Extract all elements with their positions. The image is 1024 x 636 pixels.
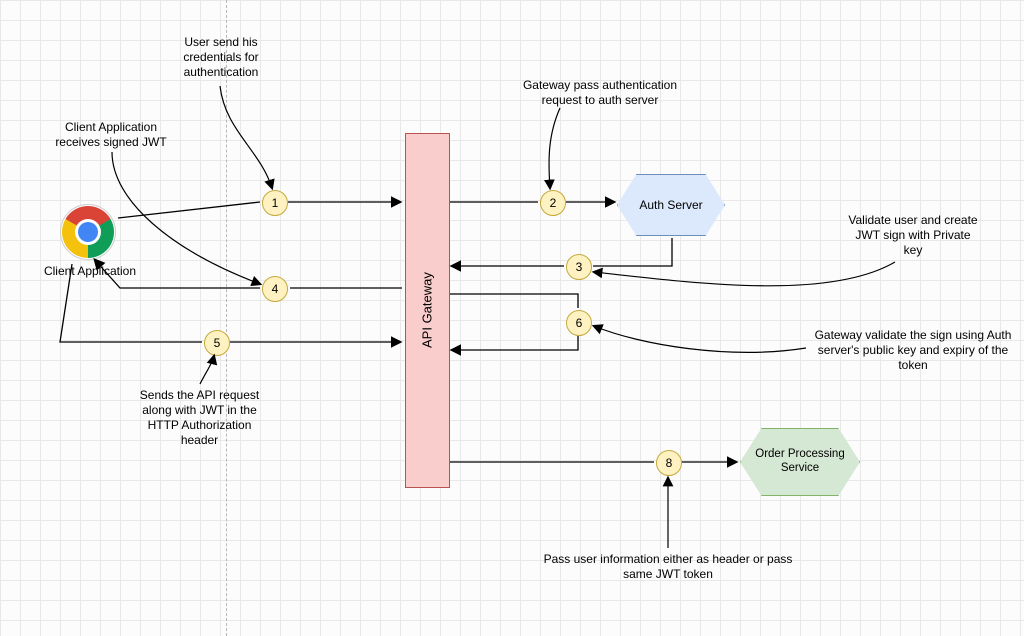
api-gateway-label: API Gateway: [419, 273, 435, 349]
annotation-step1: User send his credentials for authentica…: [161, 35, 281, 80]
step-4: 4: [262, 276, 288, 302]
api-gateway-box: API Gateway: [405, 133, 450, 488]
chrome-icon: [60, 204, 116, 260]
annotation-step3: Validate user and create JWT sign with P…: [848, 213, 978, 258]
annotation-client-receive: Client Application receives signed JWT: [41, 120, 181, 150]
diagram-canvas: Client Application API Gateway Auth Serv…: [0, 0, 1024, 636]
step-5: 5: [204, 330, 230, 356]
annotation-step8: Pass user information either as header o…: [538, 552, 798, 582]
step-1: 1: [262, 190, 288, 216]
client-app-label: Client Application: [30, 264, 150, 278]
auth-server-label: Auth Server: [639, 198, 702, 212]
auth-server-node: Auth Server: [617, 174, 725, 236]
order-service-node: Order Processing Service: [740, 428, 860, 496]
annotation-step2: Gateway pass authentication request to a…: [505, 78, 695, 108]
annotation-step6: Gateway validate the sign using Auth ser…: [808, 328, 1018, 373]
page-divider: [226, 0, 227, 636]
step-6: 6: [566, 310, 592, 336]
annotation-step5: Sends the API request along with JWT in …: [137, 388, 262, 448]
step-2: 2: [540, 190, 566, 216]
step-8: 8: [656, 450, 682, 476]
order-service-label: Order Processing Service: [740, 448, 860, 476]
step-3: 3: [566, 254, 592, 280]
